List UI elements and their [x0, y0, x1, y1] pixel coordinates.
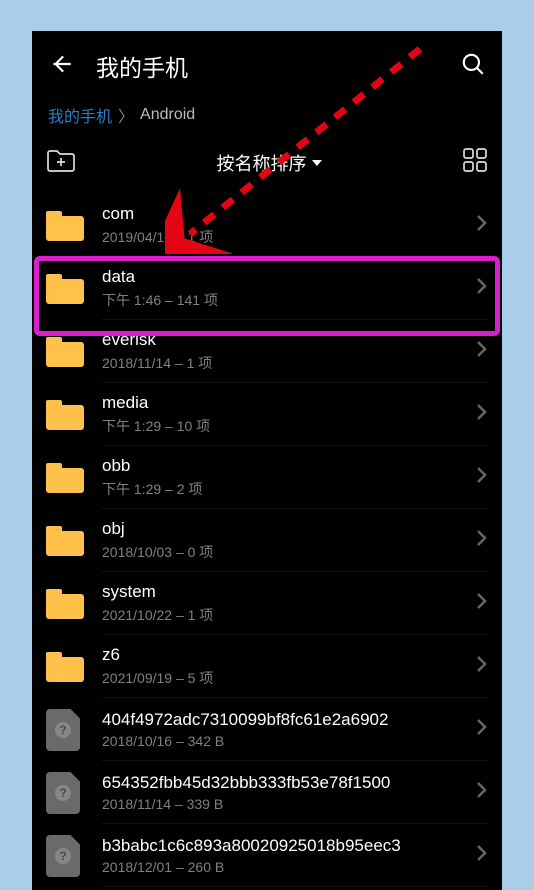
item-meta: 2021/09/19 – 5 项: [102, 668, 474, 688]
folder-icon: [46, 337, 84, 367]
item-name: obb: [102, 456, 474, 476]
phone-screen: 我的手机 我的手机 〉 Android 按名称排序 com 2019/04/10 …: [32, 31, 502, 890]
item-name: system: [102, 582, 474, 602]
item-name: z6: [102, 645, 474, 665]
item-meta: 下午 1:46 – 141 项: [102, 290, 474, 310]
toolbar: 按名称排序: [32, 141, 502, 194]
chevron-right-icon: [474, 403, 488, 426]
item-name: com: [102, 204, 474, 224]
new-folder-icon[interactable]: [46, 147, 76, 178]
chevron-right-icon: [474, 529, 488, 552]
breadcrumb-current: Android: [140, 106, 195, 124]
back-icon[interactable]: [48, 51, 74, 82]
folder-icon: [46, 400, 84, 430]
sort-button[interactable]: 按名称排序: [76, 150, 462, 176]
item-meta: 2019/04/10 – 1 项: [102, 227, 474, 247]
item-name: data: [102, 267, 474, 287]
folder-icon: [46, 589, 84, 619]
list-item[interactable]: everisk 2018/11/14 – 1 项: [32, 320, 502, 383]
list-item[interactable]: ? 654352fbb45d32bbb333fb53e78f1500 2018/11…: [32, 761, 502, 824]
list-item[interactable]: obj 2018/10/03 – 0 项: [32, 509, 502, 572]
item-meta: 2018/10/16 – 342 B: [102, 733, 474, 749]
item-name: obj: [102, 519, 474, 539]
chevron-right-icon: [474, 340, 488, 363]
list-item[interactable]: com 2019/04/10 – 1 项: [32, 194, 502, 257]
chevron-right-icon: [474, 466, 488, 489]
file-icon: ?: [46, 835, 80, 877]
chevron-right-icon: [474, 277, 488, 300]
folder-icon: [46, 526, 84, 556]
app-header: 我的手机: [32, 31, 502, 97]
folder-icon: [46, 463, 84, 493]
folder-icon: [46, 274, 84, 304]
search-icon[interactable]: [460, 51, 486, 82]
list-item[interactable]: obb 下午 1:29 – 2 项: [32, 446, 502, 509]
folder-icon: [46, 211, 84, 241]
item-name: 404f4972adc7310099bf8fc61e2a6902: [102, 710, 474, 730]
file-list: com 2019/04/10 – 1 项 data 下午 1:46 – 141 项 ev…: [32, 194, 502, 887]
chevron-right-icon: [474, 592, 488, 615]
list-item[interactable]: data 下午 1:46 – 141 项: [32, 257, 502, 320]
chevron-right-icon: 〉: [118, 103, 134, 127]
chevron-right-icon: [474, 844, 488, 867]
chevron-right-icon: [474, 655, 488, 678]
chevron-right-icon: [474, 214, 488, 237]
item-meta: 2018/11/14 – 339 B: [102, 796, 474, 812]
breadcrumb-root[interactable]: 我的手机: [48, 103, 112, 127]
item-meta: 2018/10/03 – 0 项: [102, 542, 474, 562]
caret-down-icon: [312, 160, 322, 166]
item-meta: 2018/11/14 – 1 项: [102, 353, 474, 373]
chevron-right-icon: [474, 718, 488, 741]
list-item[interactable]: ? b3babc1c6c893a80020925018b95eec3 2018/12…: [32, 824, 502, 887]
item-name: 654352fbb45d32bbb333fb53e78f1500: [102, 773, 474, 793]
item-meta: 2018/12/01 – 260 B: [102, 859, 474, 875]
item-meta: 下午 1:29 – 10 项: [102, 416, 474, 436]
breadcrumb: 我的手机 〉 Android: [32, 97, 502, 141]
list-item[interactable]: z6 2021/09/19 – 5 项: [32, 635, 502, 698]
chevron-right-icon: [474, 781, 488, 804]
sort-label: 按名称排序: [217, 150, 307, 176]
file-icon: ?: [46, 772, 80, 814]
item-name: media: [102, 393, 474, 413]
item-name: b3babc1c6c893a80020925018b95eec3: [102, 836, 474, 856]
item-name: everisk: [102, 330, 474, 350]
item-meta: 2021/10/22 – 1 项: [102, 605, 474, 625]
file-icon: ?: [46, 709, 80, 751]
list-item[interactable]: ? 404f4972adc7310099bf8fc61e2a6902 2018/10…: [32, 698, 502, 761]
folder-icon: [46, 652, 84, 682]
grid-view-icon[interactable]: [462, 147, 488, 178]
list-item[interactable]: system 2021/10/22 – 1 项: [32, 572, 502, 635]
header-title: 我的手机: [96, 49, 438, 83]
item-meta: 下午 1:29 – 2 项: [102, 479, 474, 499]
list-item[interactable]: media 下午 1:29 – 10 项: [32, 383, 502, 446]
